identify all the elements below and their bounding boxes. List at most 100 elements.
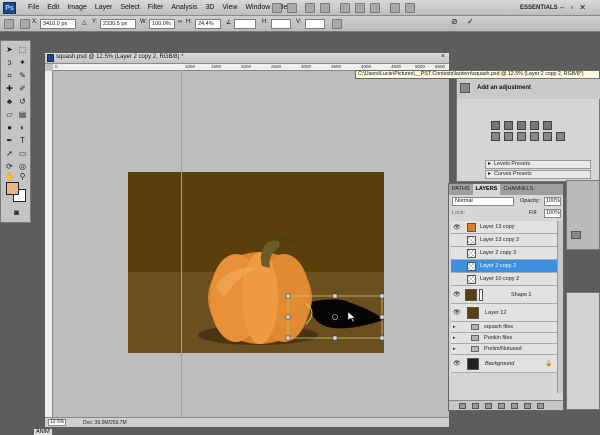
- levels-presets[interactable]: Levels Presets: [485, 160, 591, 169]
- expand-arrow-icon[interactable]: ▸: [453, 346, 456, 352]
- expand-arrow-icon[interactable]: ▸: [453, 324, 456, 330]
- blur-tool-icon[interactable]: ●: [4, 122, 15, 133]
- transform-tool-icon[interactable]: [4, 19, 14, 29]
- layer-style-icon[interactable]: [472, 403, 479, 409]
- w-field[interactable]: 100.0%: [149, 19, 175, 29]
- zoom-field[interactable]: 12.5%: [48, 419, 66, 426]
- photo-filter-icon[interactable]: [530, 132, 539, 141]
- invert-icon[interactable]: [556, 132, 565, 141]
- opacity-field[interactable]: 100%: [544, 197, 561, 206]
- foreground-color-swatch[interactable]: [6, 182, 19, 195]
- rotate-icon[interactable]: ∠: [226, 19, 231, 26]
- hue-saturation-icon[interactable]: [491, 132, 500, 141]
- layer-row[interactable]: 👁 Background 🔒: [451, 355, 557, 373]
- layer-group-row[interactable]: ▸ squash files: [451, 322, 557, 333]
- brush-tool-icon[interactable]: ✐: [17, 83, 28, 94]
- crop-tool-icon[interactable]: ⌗: [4, 70, 15, 81]
- curves-icon[interactable]: [517, 121, 526, 130]
- menu-window[interactable]: Window: [241, 0, 274, 16]
- skew-h-field[interactable]: [271, 19, 291, 29]
- layer-row[interactable]: Layer 13 copy 2: [451, 234, 557, 247]
- commit-transform-icon[interactable]: ✓: [467, 17, 474, 26]
- quick-mask-icon[interactable]: ◙: [11, 207, 22, 218]
- menu-filter[interactable]: Filter: [144, 0, 168, 16]
- adjustment-layer-icon[interactable]: [498, 403, 505, 409]
- eyedropper-tool-icon[interactable]: ✎: [17, 70, 28, 81]
- screen-mode-icon[interactable]: [405, 3, 415, 13]
- bridge-icon[interactable]: [272, 3, 282, 13]
- layer-row[interactable]: Layer 2 copy 3: [451, 247, 557, 260]
- close-document-icon[interactable]: ×: [441, 53, 445, 60]
- warp-icon[interactable]: [332, 19, 342, 29]
- skew-v-field[interactable]: [305, 19, 325, 29]
- vibrance-icon[interactable]: [543, 121, 552, 130]
- canvas-area[interactable]: [53, 71, 449, 417]
- arrange-documents-icon[interactable]: [390, 3, 400, 13]
- exposure-icon[interactable]: [530, 121, 539, 130]
- levels-icon[interactable]: [504, 121, 513, 130]
- fill-field[interactable]: 100%: [544, 209, 561, 218]
- menu-edit[interactable]: Edit: [43, 0, 63, 16]
- rotate-view-icon[interactable]: [370, 3, 380, 13]
- skew-v-icon[interactable]: V:: [296, 19, 301, 25]
- document-tab[interactable]: squash.psd @ 12.5% (Layer 2 copy 2, RGB/…: [45, 53, 449, 64]
- hand-tool-icon[interactable]: [340, 3, 350, 13]
- new-group-icon[interactable]: [511, 403, 518, 409]
- zoom-tool-icon[interactable]: ⚲: [17, 171, 28, 182]
- menu-select[interactable]: Select: [116, 0, 143, 16]
- dodge-tool-icon[interactable]: ◐: [17, 122, 28, 133]
- layer-row[interactable]: 👁 Layer 12: [451, 304, 557, 322]
- tab-paths[interactable]: PATHS: [449, 184, 473, 195]
- vertical-ruler[interactable]: [45, 71, 53, 417]
- layer-group-row[interactable]: ▸ Punkin files: [451, 333, 557, 344]
- hand-tool-icon[interactable]: ✋: [4, 171, 15, 182]
- blend-mode-select[interactable]: Normal: [452, 197, 514, 206]
- layer-row[interactable]: Layer 10 copy 2: [451, 273, 557, 286]
- gradient-tool-icon[interactable]: ▤: [17, 109, 28, 120]
- visibility-eye-icon[interactable]: 👁: [453, 360, 461, 367]
- adjustments-panel-icon[interactable]: [460, 83, 470, 93]
- add-mask-icon[interactable]: [485, 403, 492, 409]
- new-layer-icon[interactable]: [524, 403, 531, 409]
- menu-layer[interactable]: Layer: [91, 0, 117, 16]
- visibility-eye-icon[interactable]: 👁: [453, 224, 461, 231]
- delete-layer-icon[interactable]: [537, 403, 544, 409]
- expand-arrow-icon[interactable]: ▸: [453, 335, 456, 341]
- zoom-tool-icon[interactable]: [355, 3, 365, 13]
- minibridge-icon[interactable]: [287, 3, 297, 13]
- minimize-icon[interactable]: –: [560, 0, 564, 16]
- quick-selection-tool-icon[interactable]: ✦: [17, 57, 28, 68]
- layer-group-row[interactable]: ▸ Prelim/Notused: [451, 344, 557, 355]
- menu-view[interactable]: View: [218, 0, 241, 16]
- curves-presets[interactable]: Curves Presets: [485, 170, 591, 179]
- guide-line[interactable]: [181, 71, 182, 417]
- panel-shortcut-icon[interactable]: [571, 231, 581, 239]
- tab-channels[interactable]: CHANNELS: [500, 184, 536, 195]
- layer-row-selected[interactable]: Layer 2 copy 2: [451, 260, 557, 273]
- taskbar-item[interactable]: ANIM: [34, 429, 52, 435]
- delta-icon[interactable]: △: [82, 19, 87, 26]
- eraser-tool-icon[interactable]: ▱: [4, 109, 15, 120]
- type-tool-icon[interactable]: T: [17, 135, 28, 146]
- healing-brush-tool-icon[interactable]: ✚: [4, 83, 15, 94]
- close-icon[interactable]: ✕: [579, 0, 586, 16]
- restore-icon[interactable]: ▫: [570, 0, 573, 16]
- link-icon[interactable]: ∞: [178, 19, 182, 25]
- menu-3d[interactable]: 3D: [201, 0, 218, 16]
- history-brush-tool-icon[interactable]: ↺: [17, 96, 28, 107]
- clone-stamp-tool-icon[interactable]: ♣: [4, 96, 15, 107]
- menu-analysis[interactable]: Analysis: [167, 0, 201, 16]
- workspace-switcher[interactable]: ESSENTIALS: [520, 0, 558, 16]
- lasso-tool-icon[interactable]: ↄ: [4, 57, 15, 68]
- y-field[interactable]: 2330.5 px: [100, 19, 136, 29]
- rotate-field[interactable]: [234, 19, 256, 29]
- visibility-eye-icon[interactable]: 👁: [453, 309, 461, 316]
- channel-mixer-icon[interactable]: [543, 132, 552, 141]
- document-info[interactable]: Doc: 36.0M/259.7M: [83, 420, 127, 426]
- layer-row[interactable]: 👁 Layer 13 copy: [451, 221, 557, 234]
- menu-file[interactable]: File: [24, 0, 43, 16]
- pen-tool-icon[interactable]: ✒: [4, 135, 15, 146]
- shape-tool-icon[interactable]: ▭: [17, 148, 28, 159]
- menu-image[interactable]: Image: [63, 0, 90, 16]
- link-layers-icon[interactable]: [459, 403, 466, 409]
